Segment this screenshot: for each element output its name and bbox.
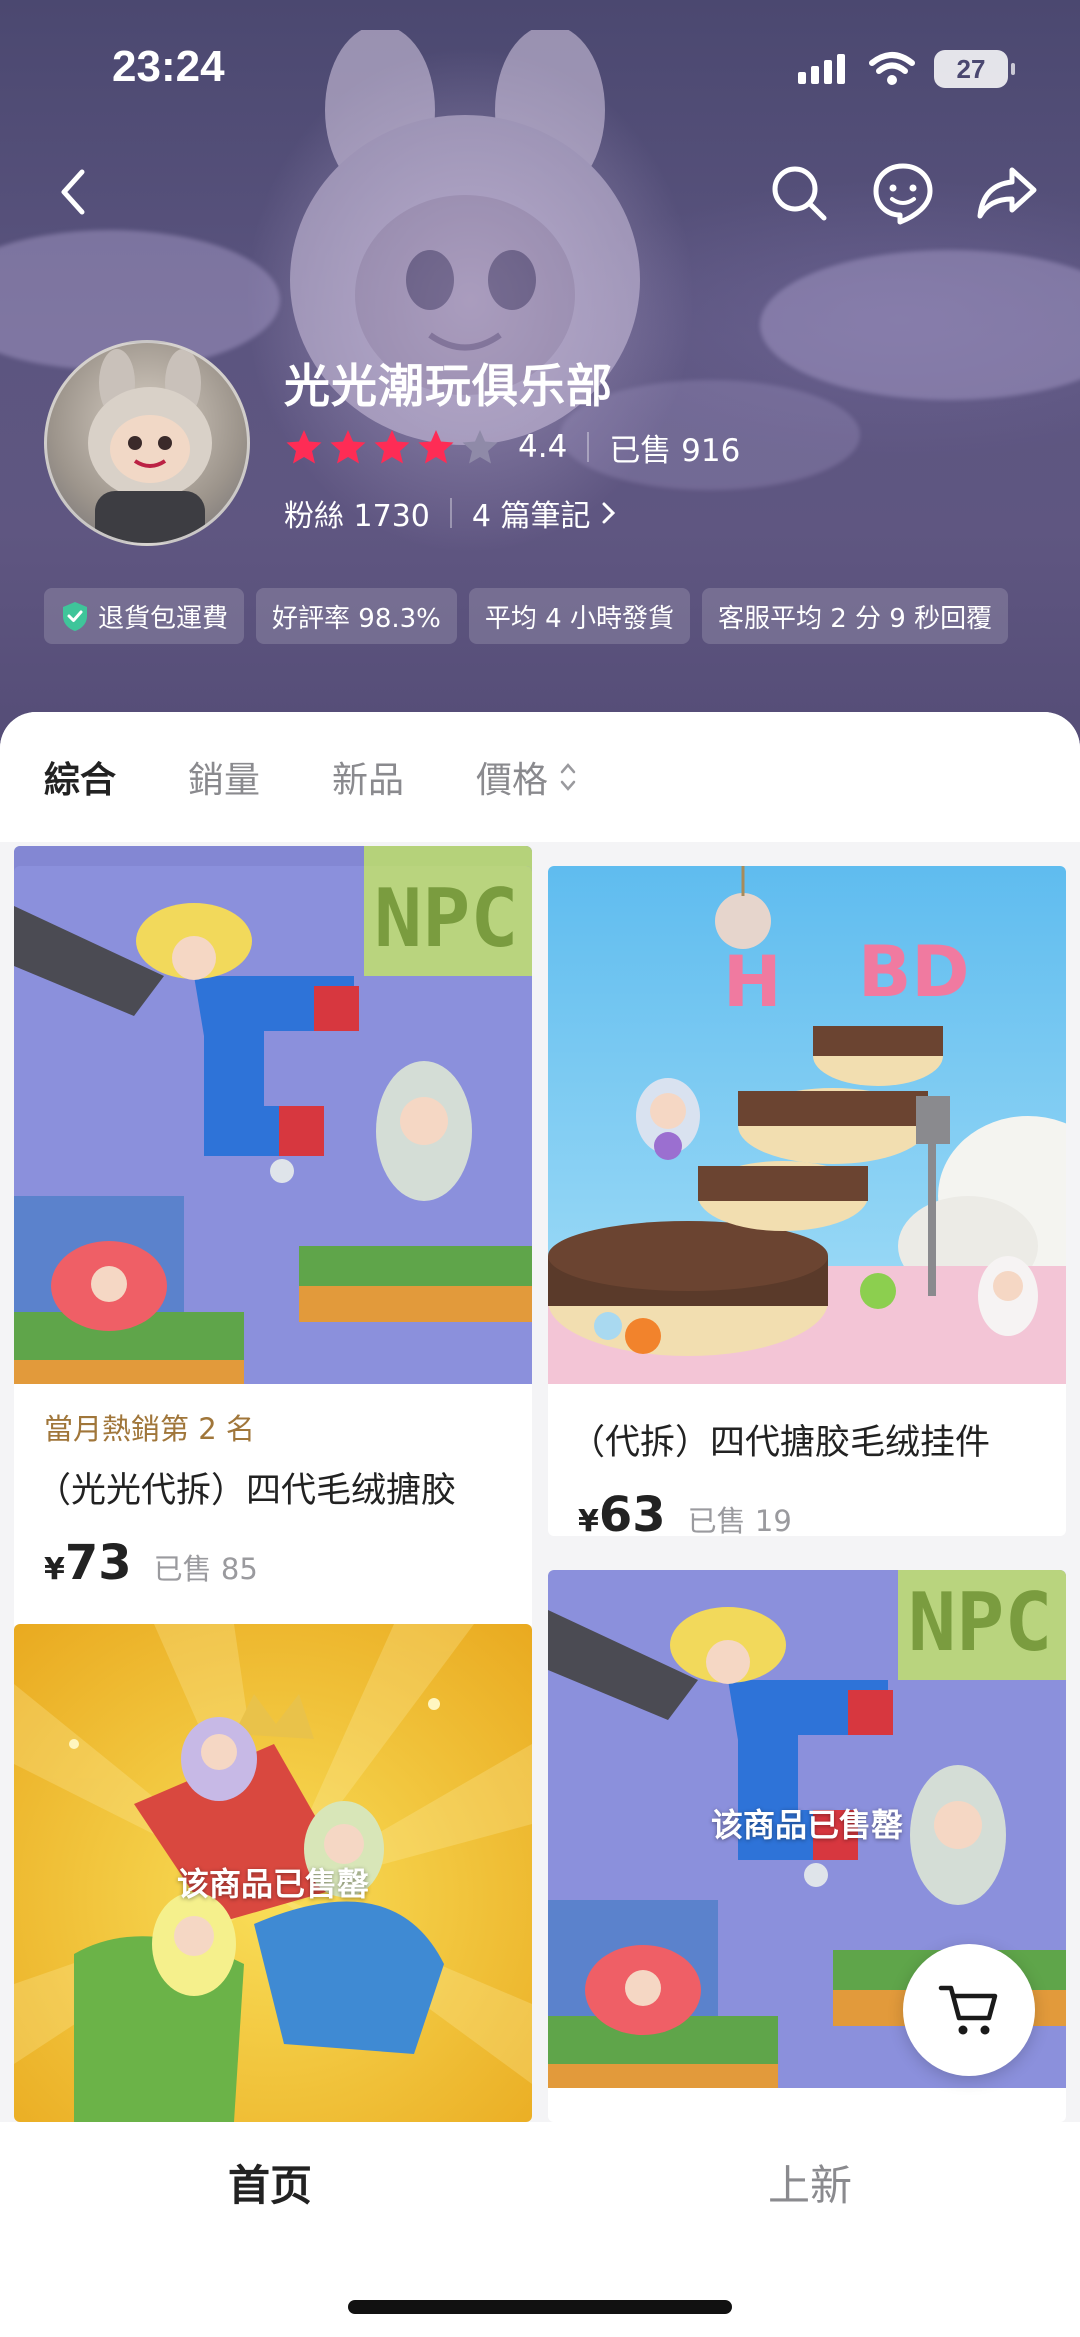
wifi-icon [869,52,915,85]
product-illustration: NPC [14,866,532,1384]
divider [587,432,590,462]
product-panel: 綜合 銷量 新品 價格 NPC 當月熱銷第 2 名 （光光代拆）四代毛绒搪胶 ¥… [0,712,1080,2122]
shop-badges: 退貨包運費 好評率 98.3% 平均 4 小時發貨 客服平均 2 分 9 秒回覆 [44,588,1009,644]
status-time: 23:24 [112,42,225,91]
product-image: NPC [14,866,532,1384]
rating-value: 4.4 [518,429,568,465]
product-title: （代拆）四代搪胶毛绒挂件 [570,1423,991,1463]
product-image: BD H [548,866,1066,1384]
sold-out-label: 该商品已售罄 [710,1806,903,1844]
star-empty-icon [462,430,498,464]
customer-service-button[interactable] [870,160,936,226]
product-sold: 已售 85 [153,1552,258,1586]
back-icon [61,169,85,215]
home-indicator [348,2300,732,2314]
svg-text:NPC: NPC [908,1576,1053,1669]
bottom-tab-bar: 首页 上新 [0,2122,1080,2337]
cart-button[interactable] [903,1944,1035,2076]
status-bar: 23:24 27 [0,0,1080,140]
badge-positive-rate[interactable]: 好評率 98.3% [256,588,457,644]
price-currency: ¥ [44,1552,65,1587]
badge-free-return[interactable]: 退貨包運費 [44,588,245,644]
tab-home[interactable]: 首页 [0,2152,540,2213]
shop-rating-row: 4.4 已售 916 [284,422,740,472]
star-filled-icon [330,430,366,464]
badge-label: 平均 4 小時發貨 [484,603,674,634]
signal-icon [798,54,845,84]
badge-label: 客服平均 2 分 9 秒回覆 [717,603,993,634]
notes-count: 4 篇筆記 [471,499,591,534]
nav-bar [0,150,1080,240]
svg-text:NPC: NPC [374,872,519,965]
sort-bar: 綜合 銷量 新品 價格 [0,712,1080,842]
product-price-row: ¥ 63 已售 19 [578,1487,1066,1536]
shop-stats-row: 粉絲 1730 4 篇筆記 [284,490,619,536]
svg-text:H: H [723,941,782,1023]
search-icon [772,166,827,221]
product-info: 當月熱銷第 2 名 （光光代拆）四代毛绒搪胶 ¥ 73 已售 85 [14,1384,532,1630]
product-image: 该商品已售罄 [14,1624,532,2122]
badge-shipping-time[interactable]: 平均 4 小時發貨 [468,588,690,644]
back-button[interactable] [46,162,106,222]
divider [449,498,452,528]
star-filled-icon [418,430,454,464]
product-card-3[interactable]: 该商品已售罄 [14,1624,532,2122]
search-button[interactable] [766,160,832,226]
rating-stars [284,427,500,467]
product-card-2[interactable]: BD H （代拆）四代搪胶毛绒挂件 ¥ 63 已售 19 [548,866,1066,1536]
product-sold: 已售 19 [687,1504,792,1536]
nav-actions [766,160,1040,226]
product-illustration: BD H [548,866,1066,1384]
shop-name: 光光潮玩俱乐部 [284,359,613,413]
shop-avatar[interactable] [44,340,250,546]
status-icons: 27 [798,50,1015,88]
badge-label: 好評率 98.3% [272,603,441,634]
fans-count: 粉絲 1730 [284,499,430,534]
shop-header: 23:24 27 光光潮玩俱乐部 4.4 已售 916 粉絲 1730 4 篇筆… [0,0,1080,760]
badge-reply-time[interactable]: 客服平均 2 分 9 秒回覆 [701,588,1009,644]
shield-check-icon [63,602,87,631]
sort-tab-price[interactable]: 價格 [476,751,578,803]
product-price: 63 [598,1487,666,1536]
notes-link[interactable]: 4 篇筆記 [472,491,619,535]
chevron-right-icon [602,502,615,524]
cloud-decoration [760,250,1080,400]
sort-tab-price-label: 價格 [476,760,549,801]
star-filled-icon [286,430,322,464]
shop-avatar-image [88,349,212,543]
sort-tab-sales[interactable]: 銷量 [188,751,260,803]
share-button[interactable] [974,160,1040,226]
svg-text:BD: BD [858,931,969,1013]
sort-tab-comprehensive[interactable]: 綜合 [44,751,116,803]
product-price: 73 [64,1535,132,1591]
product-price-row: ¥ 73 已售 85 [44,1535,532,1591]
sort-tab-new[interactable]: 新品 [332,751,404,803]
sort-arrows-icon [560,763,576,791]
product-title: （光光代拆）四代毛绒搪胶 [36,1471,457,1511]
battery-indicator: 27 [934,50,1015,88]
price-currency: ¥ [578,1504,599,1536]
tab-new-arrivals[interactable]: 上新 [540,2152,1080,2213]
badge-label: 退貨包運費 [98,603,229,634]
share-icon [977,167,1037,219]
sold-out-label: 该商品已售罄 [176,1865,369,1903]
product-rank: 當月熱銷第 2 名 [44,1412,255,1446]
customer-service-icon [873,163,933,225]
cart-icon [938,1985,998,2035]
star-filled-icon [374,430,410,464]
sold-count: 已售 916 [609,432,741,469]
